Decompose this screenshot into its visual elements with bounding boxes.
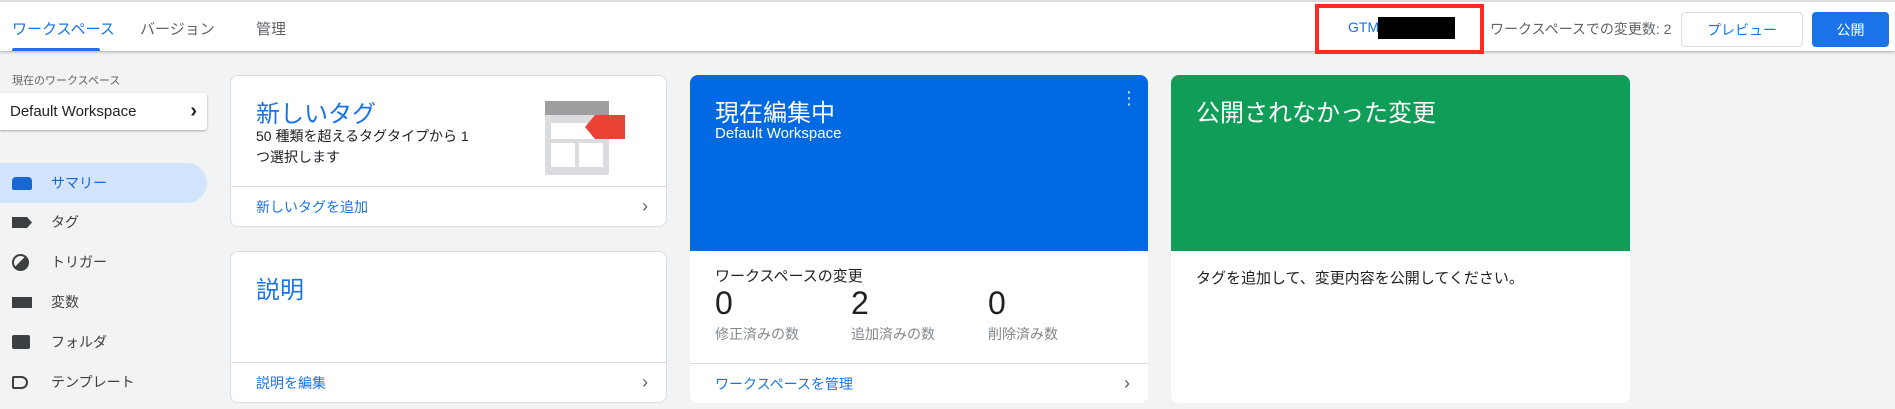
new-tag-card[interactable]: 新しいタグ 50 種類を超えるタグタイプから 1 つ選択します 新しいタグを追加… (230, 75, 667, 227)
editing-header: 現在編集中 Default Workspace ⋮ (690, 75, 1148, 251)
trigger-icon (12, 254, 29, 271)
stat-label: 修正済みの数 (715, 326, 799, 342)
description-title: 説明 (256, 277, 304, 304)
tab-workspace[interactable]: ワークスペース (12, 18, 115, 39)
add-new-tag-link[interactable]: 新しいタグを追加 › (231, 186, 666, 226)
publish-button[interactable]: 公開 (1812, 12, 1889, 47)
sidebar-item-triggers[interactable]: トリガー (0, 242, 207, 282)
workspace-selector[interactable]: Default Workspace › (0, 93, 207, 130)
summary-icon (12, 177, 32, 190)
chevron-right-icon: › (642, 196, 648, 216)
current-workspace-label: 現在のワークスペース (12, 75, 121, 87)
chevron-right-icon: › (1124, 373, 1130, 393)
editing-title: 現在編集中 (715, 100, 835, 127)
unpublished-message: タグを追加して、変更内容を公開してください。 (1196, 270, 1524, 287)
sidebar-item-summary[interactable]: サマリー (0, 163, 207, 203)
edit-description-label: 説明を編集 (256, 374, 326, 391)
sidebar-item-folders[interactable]: フォルダ (0, 322, 207, 362)
deleted-stat: 0 削除済み数 (988, 285, 1058, 344)
chevron-right-icon: › (190, 100, 197, 122)
stat-value: 2 (851, 285, 869, 321)
tag-illustration-icon (545, 101, 625, 175)
stat-value: 0 (715, 285, 733, 321)
more-vert-icon[interactable]: ⋮ (1120, 89, 1138, 107)
new-tag-description: 50 種類を超えるタグタイプから 1 つ選択します (256, 128, 469, 165)
sidebar-item-tags[interactable]: タグ (0, 202, 207, 242)
unpublished-header: 公開されなかった変更 (1171, 75, 1630, 251)
manage-workspaces-link[interactable]: ワークスペースを管理 › (690, 363, 1148, 403)
tab-versions[interactable]: バージョン (140, 18, 215, 39)
tab-admin[interactable]: 管理 (256, 18, 286, 39)
current-editing-card: 現在編集中 Default Workspace ⋮ ワークスペースの変更 0 修正… (690, 75, 1148, 403)
active-tab-indicator (12, 48, 100, 51)
stat-value: 0 (988, 285, 1006, 321)
variable-icon (12, 297, 32, 308)
new-tag-title: 新しいタグ (256, 101, 376, 128)
edit-description-link[interactable]: 説明を編集 › (231, 362, 666, 402)
preview-button[interactable]: プレビュー (1681, 12, 1803, 47)
folder-icon (12, 335, 30, 349)
manage-workspaces-label: ワークスペースを管理 (715, 375, 853, 392)
workspace-changes-count: ワークスペースでの変更数: 2 (1490, 21, 1672, 37)
workspace-name: Default Workspace (10, 103, 137, 120)
chevron-right-icon: › (642, 372, 648, 392)
add-new-tag-label: 新しいタグを追加 (256, 198, 368, 215)
stat-label: 削除済み数 (988, 326, 1058, 342)
modified-stat: 0 修正済みの数 (715, 285, 799, 344)
editing-workspace-name: Default Workspace (715, 125, 842, 142)
top-bar: ワークスペース バージョン 管理 GTM- ワークスペースでの変更数: 2 プレ… (0, 0, 1895, 54)
unpublished-changes-card: 公開されなかった変更 タグを追加して、変更内容を公開してください。 (1171, 75, 1630, 403)
stat-label: 追加済みの数 (851, 326, 935, 342)
description-card: 説明 説明を編集 › (230, 251, 667, 403)
sidebar-item-variables[interactable]: 変数 (0, 282, 207, 322)
unpublished-title: 公開されなかった変更 (1196, 100, 1436, 127)
highlight-box (1315, 4, 1484, 54)
template-icon (12, 376, 28, 389)
sidebar-item-templates[interactable]: テンプレート (0, 362, 207, 402)
added-stat: 2 追加済みの数 (851, 285, 935, 344)
tag-icon (12, 217, 32, 228)
workspace-changes-title: ワークスペースの変更 (715, 268, 863, 285)
